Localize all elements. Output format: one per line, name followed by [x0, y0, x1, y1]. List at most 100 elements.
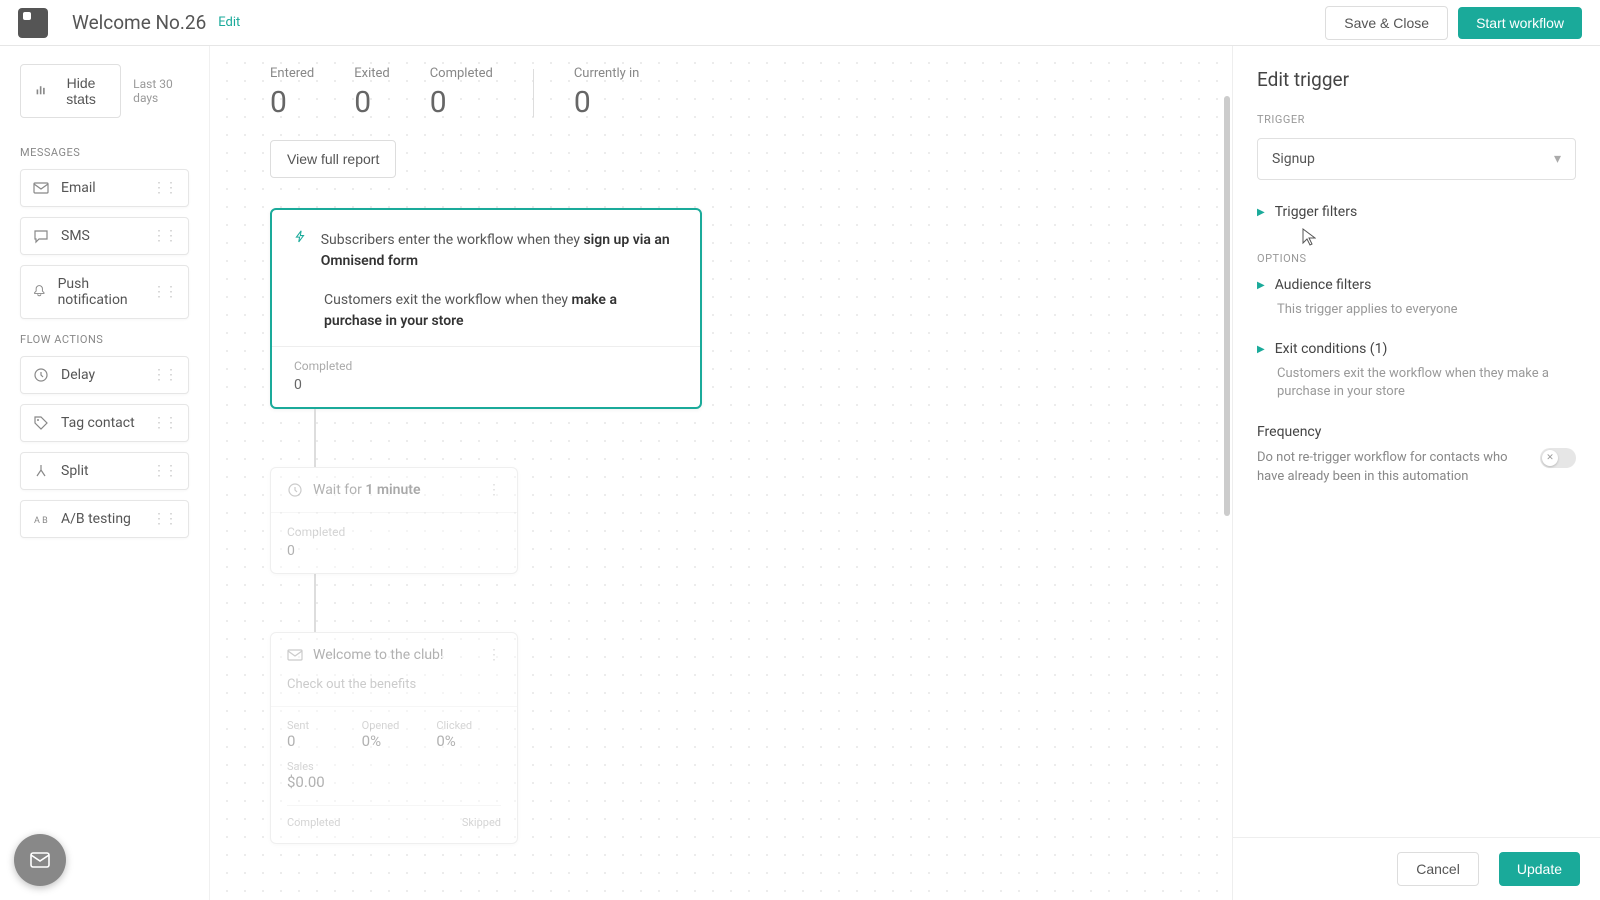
email-sent-label: Sent	[287, 719, 352, 732]
view-full-report-button[interactable]: View full report	[270, 140, 396, 178]
email-skipped-label: Skipped	[399, 816, 501, 829]
messages-section-label: MESSAGES	[20, 146, 189, 159]
hide-stats-label: Hide stats	[56, 75, 106, 107]
trigger-section-label: TRIGGER	[1257, 113, 1576, 126]
trigger-filters-label: Trigger filters	[1275, 204, 1358, 220]
stat-exited-label: Exited	[354, 66, 389, 81]
drag-handle-icon[interactable]: ⋮⋮	[152, 415, 176, 431]
cancel-button[interactable]: Cancel	[1397, 852, 1479, 886]
drag-handle-icon[interactable]: ⋮⋮	[152, 228, 176, 244]
flow-actions-section-label: FLOW ACTIONS	[20, 333, 189, 346]
update-button[interactable]: Update	[1499, 852, 1580, 886]
trigger-select[interactable]: Signup ▾	[1257, 138, 1576, 180]
kebab-icon[interactable]: ⋮	[487, 647, 501, 663]
trigger-filters-row[interactable]: ▶ Trigger filters	[1257, 204, 1576, 220]
bar-chart-icon	[35, 83, 48, 99]
sidebar-item-label: Split	[61, 463, 89, 479]
audience-filters-sub: This trigger applies to everyone	[1277, 301, 1576, 319]
email-clicked-value: 0%	[436, 732, 501, 750]
email-sent-value: 0	[287, 732, 352, 750]
trigger-completed-value: 0	[294, 377, 678, 393]
caret-right-icon: ▶	[1257, 207, 1265, 218]
bell-icon	[33, 284, 46, 300]
mail-icon	[28, 848, 52, 872]
stat-entered-value: 0	[270, 85, 314, 120]
delay-prefix: Wait for	[313, 482, 365, 498]
stat-currently-label: Currently in	[574, 66, 640, 81]
stat-exited-value: 0	[354, 85, 389, 120]
sidebar-item-sms[interactable]: SMS ⋮⋮	[20, 217, 189, 255]
sidebar-item-tag[interactable]: Tag contact ⋮⋮	[20, 404, 189, 442]
ab-test-icon: A B	[33, 511, 49, 527]
date-range-label: Last 30 days	[133, 77, 189, 105]
sidebar-item-label: Tag contact	[61, 415, 135, 431]
stat-currently-value: 0	[574, 85, 640, 120]
email-completed-label: Completed	[287, 816, 389, 829]
frequency-description: Do not re-trigger workflow for contacts …	[1257, 448, 1520, 487]
workflow-title: Welcome No.26	[72, 11, 206, 34]
sidebar-item-label: Delay	[61, 367, 95, 383]
node-connector	[314, 409, 316, 467]
svg-text:A B: A B	[34, 516, 48, 526]
delay-completed-label: Completed	[287, 525, 501, 539]
options-section-label: OPTIONS	[1257, 252, 1576, 265]
tag-icon	[33, 415, 49, 431]
exit-conditions-row[interactable]: ▶ Exit conditions (1)	[1257, 341, 1576, 357]
email-sales-label: Sales	[287, 760, 501, 773]
trigger-node[interactable]: Subscribers enter the workflow when they…	[270, 208, 702, 409]
frequency-title: Frequency	[1257, 424, 1576, 440]
delay-node[interactable]: Wait for 1 minute ⋮ Completed 0	[270, 467, 518, 574]
hide-stats-button[interactable]: Hide stats	[20, 64, 121, 118]
sidebar-item-delay[interactable]: Delay ⋮⋮	[20, 356, 189, 394]
sidebar-item-label: Email	[61, 180, 96, 196]
email-node[interactable]: Welcome to the club! ⋮ Check out the ben…	[270, 632, 518, 844]
sidebar-item-email[interactable]: Email ⋮⋮	[20, 169, 189, 207]
email-preview: Check out the benefits	[271, 677, 517, 706]
delay-value: 1 minute	[365, 482, 420, 498]
audience-filters-row[interactable]: ▶ Audience filters	[1257, 277, 1576, 293]
kebab-icon[interactable]: ⋮	[487, 482, 501, 498]
app-logo[interactable]	[18, 8, 48, 38]
email-icon	[287, 647, 303, 663]
drag-handle-icon[interactable]: ⋮⋮	[152, 463, 176, 479]
save-close-button[interactable]: Save & Close	[1325, 6, 1448, 40]
sidebar-item-abtest[interactable]: A B A/B testing ⋮⋮	[20, 500, 189, 538]
drag-handle-icon[interactable]: ⋮⋮	[152, 367, 176, 383]
sidebar: Hide stats Last 30 days MESSAGES Email ⋮…	[0, 46, 210, 900]
audience-filters-label: Audience filters	[1275, 277, 1372, 293]
start-workflow-button[interactable]: Start workflow	[1458, 7, 1582, 39]
app-header: Welcome No.26 Edit Save & Close Start wo…	[0, 0, 1600, 46]
sidebar-item-push[interactable]: Push notification ⋮⋮	[20, 265, 189, 319]
drag-handle-icon[interactable]: ⋮⋮	[152, 284, 176, 300]
sidebar-item-label: A/B testing	[61, 511, 131, 527]
email-opened-label: Opened	[362, 719, 427, 732]
edit-title-link[interactable]: Edit	[218, 15, 240, 30]
exit-conditions-label: Exit conditions (1)	[1275, 341, 1388, 357]
stat-completed-value: 0	[430, 85, 493, 120]
sidebar-item-split[interactable]: Split ⋮⋮	[20, 452, 189, 490]
exit-conditions-sub: Customers exit the workflow when they ma…	[1277, 365, 1576, 401]
split-icon	[33, 463, 49, 479]
edit-trigger-panel: Edit trigger TRIGGER Signup ▾ ▶ Trigger …	[1232, 46, 1600, 900]
delay-completed-value: 0	[287, 543, 501, 559]
sidebar-item-label: SMS	[61, 228, 90, 244]
email-clicked-label: Clicked	[436, 719, 501, 732]
stat-divider	[533, 69, 534, 117]
drag-handle-icon[interactable]: ⋮⋮	[152, 180, 176, 196]
drag-handle-icon[interactable]: ⋮⋮	[152, 511, 176, 527]
workflow-canvas[interactable]: Entered 0 Exited 0 Completed 0 Currently…	[210, 46, 1232, 900]
bolt-icon	[294, 230, 307, 246]
node-connector	[314, 574, 316, 632]
email-icon	[33, 180, 49, 196]
support-chat-button[interactable]	[14, 834, 66, 886]
email-opened-value: 0%	[362, 732, 427, 750]
trigger-exit-text: Customers exit the workflow when they	[324, 292, 572, 308]
trigger-completed-label: Completed	[294, 359, 678, 373]
chat-icon	[33, 228, 49, 244]
panel-title: Edit trigger	[1257, 68, 1576, 91]
stat-completed-label: Completed	[430, 66, 493, 81]
clock-icon	[287, 482, 303, 498]
frequency-toggle[interactable]	[1540, 448, 1576, 468]
sidebar-item-label: Push notification	[58, 276, 140, 308]
caret-down-icon: ▾	[1554, 151, 1561, 167]
